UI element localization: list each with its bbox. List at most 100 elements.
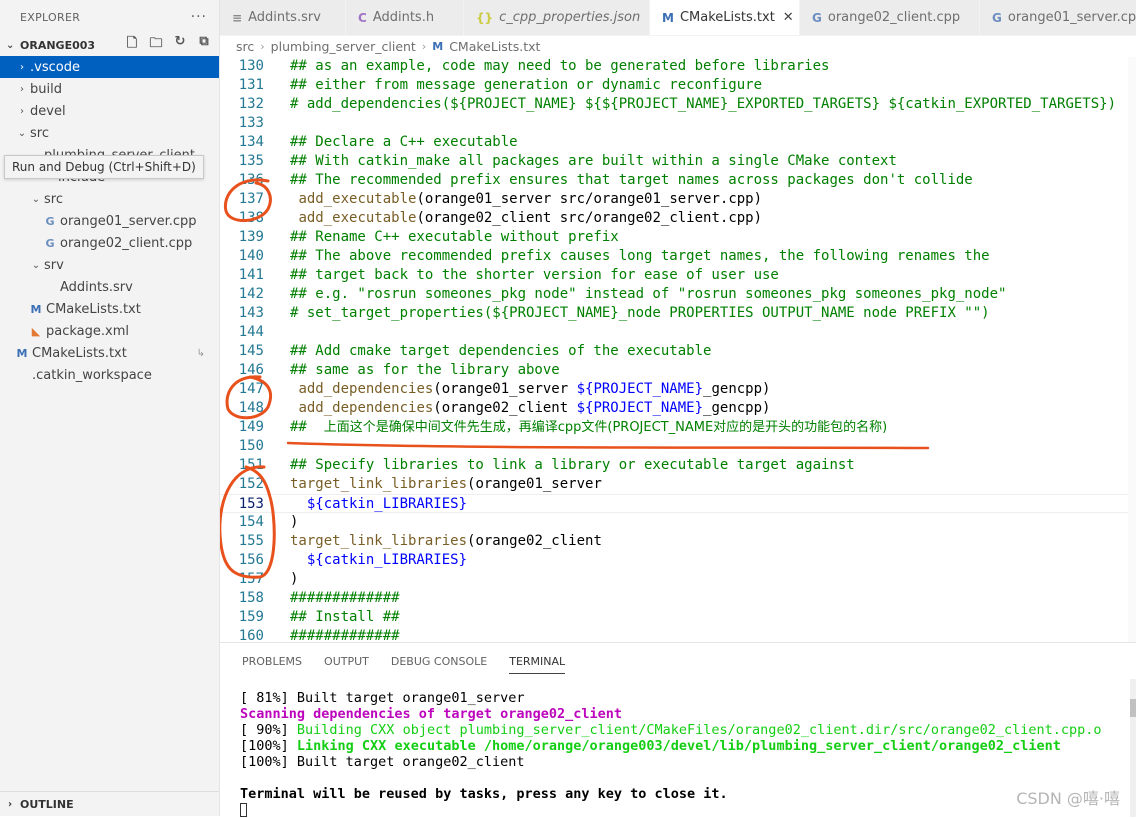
terminal-text: Linking CXX executable /home/orange/oran… <box>296 738 1061 754</box>
editor-scrollbar[interactable] <box>1128 57 1136 642</box>
tree-item[interactable]: Addints.srv <box>0 276 219 298</box>
tree-item-label: CMakeLists.txt <box>32 345 127 361</box>
terminal-scrollbar[interactable] <box>1130 679 1136 817</box>
code-editor[interactable]: 130 ## as an example, code may need to be… <box>220 57 1136 642</box>
tab-output[interactable]: OUTPUT <box>324 647 369 676</box>
code-line[interactable]: 132 # add_dependencies(${PROJECT_NAME} ${… <box>220 95 1136 114</box>
collapse-all-icon[interactable]: ⧉ <box>195 34 213 56</box>
tree-item[interactable]: Gorange02_client.cpp <box>0 232 219 254</box>
breadcrumb-file[interactable]: CMakeLists.txt <box>449 39 540 54</box>
tab-label: c_cpp_properties.json <box>499 10 641 25</box>
terminal-output[interactable]: [ 81%] Built target orange01_server Scann… <box>240 690 1130 818</box>
breadcrumb-item[interactable]: plumbing_server_client <box>271 39 416 54</box>
code-line[interactable]: 133 <box>220 114 1136 133</box>
terminal-cursor[interactable] <box>240 803 247 817</box>
tree-item[interactable]: M CMakeLists.txt ↳ <box>0 342 219 364</box>
code-content: ) <box>290 570 298 589</box>
tree-item[interactable]: Gorange01_server.cpp <box>0 210 219 232</box>
terminal-line: [ 90%] Building CXX object plumbing_serv… <box>240 722 1130 738</box>
code-content: add_dependencies(orange02_client ${PROJE… <box>290 399 770 418</box>
scrollbar-thumb[interactable] <box>1130 699 1136 717</box>
code-line[interactable]: 139 ## Rename C++ executable without pref… <box>220 228 1136 247</box>
code-comment: ## same as for the library above <box>290 362 560 378</box>
chevron-down-icon: ⌄ <box>6 39 15 51</box>
line-number: 148 <box>238 400 264 416</box>
close-icon[interactable]: ✕ <box>783 10 794 25</box>
code-line[interactable]: 149 ## 上面这个是确保中间文件先生成，再编译cpp文件(PROJECT_NA… <box>220 418 1136 437</box>
code-content: ## as an example, code may need to be ge… <box>290 57 829 76</box>
line-number: 139 <box>238 229 264 245</box>
tree-item[interactable]: ⌄ src <box>0 122 219 144</box>
code-content: ## Install ## <box>290 608 400 627</box>
code-line[interactable]: 143 # set_target_properties(${PROJECT_NAM… <box>220 304 1136 323</box>
code-line[interactable]: 151 ## Specify libraries to link a librar… <box>220 456 1136 475</box>
tab-cmakelists-txt[interactable]: M CMakeLists.txt ✕ <box>650 0 800 35</box>
chevron-right-icon: › <box>260 39 265 53</box>
code-content: # set_target_properties(${PROJECT_NAME}_… <box>290 304 990 323</box>
refresh-icon[interactable]: ↻ <box>171 34 189 56</box>
code-content: ${catkin_LIBRARIES} <box>290 551 467 570</box>
tree-item[interactable]: › .vscode <box>0 56 219 78</box>
code-line[interactable]: 154) <box>220 513 1136 532</box>
terminal-text: Building CXX object plumbing_server_clie… <box>296 722 1102 738</box>
code-line[interactable]: 156 ${catkin_LIBRARIES} <box>220 551 1136 570</box>
code-line[interactable]: 145 ## Add cmake target dependencies of t… <box>220 342 1136 361</box>
more-actions-icon[interactable]: ··· <box>191 9 207 25</box>
code-line[interactable]: 137 add_executable(orange01_server src/o… <box>220 190 1136 209</box>
code-line[interactable]: 138 add_executable(orange02_client src/o… <box>220 209 1136 228</box>
breadcrumb-item[interactable]: src <box>236 39 254 54</box>
cpp-file-icon: G <box>45 236 55 250</box>
tab-orange02-client-cpp[interactable]: Gorange02_client.cpp <box>800 0 980 35</box>
project-header[interactable]: ⌄ ORANGE003 🗋 🗀 ↻ ⧉ <box>0 34 219 56</box>
tab-debug-console[interactable]: DEBUG CONSOLE <box>391 647 487 676</box>
new-folder-icon[interactable]: 🗀 <box>147 34 165 56</box>
code-line[interactable]: 157) <box>220 570 1136 589</box>
line-number: 159 <box>238 609 264 625</box>
tab-orange01-server-cpp[interactable]: Gorange01_server.cpp <box>980 0 1136 35</box>
line-number: 145 <box>238 343 264 359</box>
code-line[interactable]: 153 ${catkin_LIBRARIES} <box>220 494 1136 513</box>
tree-item[interactable]: ⌄ src <box>0 188 219 210</box>
tree-item[interactable]: ◣ package.xml <box>0 320 219 342</box>
tab-c-cpp-properties-json[interactable]: {} c_cpp_properties.json <box>464 0 650 35</box>
tab-problems[interactable]: PROBLEMS <box>242 647 302 676</box>
tab-addints-h[interactable]: C Addints.h <box>346 0 464 35</box>
tree-item[interactable]: ⌄ srv <box>0 254 219 276</box>
code-text: _gencpp) <box>703 381 771 397</box>
new-file-icon[interactable]: 🗋 <box>123 34 141 56</box>
line-number: 152 <box>238 476 264 492</box>
code-line[interactable]: 136 ## The recommended prefix ensures tha… <box>220 171 1136 190</box>
tab-addints-srv[interactable]: ≡ Addints.srv <box>220 0 346 35</box>
terminal-text: Scanning dependencies of target orange02… <box>240 706 623 722</box>
code-line[interactable]: 148 add_dependencies(orange02_client ${P… <box>220 399 1136 418</box>
tree-item[interactable]: M CMakeLists.txt <box>0 298 219 320</box>
code-text: (orange01_server src/orange01_server.cpp… <box>416 191 763 207</box>
line-number: 160 <box>238 628 264 642</box>
code-line[interactable]: 135 ## With catkin_make all packages are … <box>220 152 1136 171</box>
code-line[interactable]: 140 ## The above recommended prefix cause… <box>220 247 1136 266</box>
code-line[interactable]: 144 <box>220 323 1136 342</box>
code-line[interactable]: 146 ## same as for the library above <box>220 361 1136 380</box>
outline-section-header[interactable]: › OUTLINE <box>0 791 219 816</box>
code-line[interactable]: 155 target_link_libraries(orange02_client <box>220 532 1136 551</box>
code-line[interactable]: 130 ## as an example, code may need to be… <box>220 57 1136 76</box>
tab-terminal[interactable]: TERMINAL <box>509 647 565 676</box>
tree-item[interactable]: .catkin_workspace <box>0 364 219 386</box>
tree-item[interactable]: › devel <box>0 100 219 122</box>
code-line[interactable]: 134 ## Declare a C++ executable <box>220 133 1136 152</box>
code-content: ## Specify libraries to link a library o… <box>290 456 855 475</box>
code-line[interactable]: 159 ## Install ## <box>220 608 1136 627</box>
code-line[interactable]: 152 target_link_libraries(orange01_server <box>220 475 1136 494</box>
code-line[interactable]: 131 ## either from message generation or … <box>220 76 1136 95</box>
code-line[interactable]: 147 add_dependencies(orange01_server ${P… <box>220 380 1136 399</box>
code-line[interactable]: 150 <box>220 437 1136 456</box>
code-text: (orange01_server <box>433 381 577 397</box>
code-line[interactable]: 141 ## target back to the shorter version… <box>220 266 1136 285</box>
tree-item[interactable]: › build <box>0 78 219 100</box>
code-line[interactable]: 160 ############# <box>220 627 1136 642</box>
code-line[interactable]: 158 ############# <box>220 589 1136 608</box>
code-line[interactable]: 142 ## e.g. "rosrun someones_pkg node" in… <box>220 285 1136 304</box>
tree-item-label: srv <box>44 257 64 273</box>
code-content: ############# <box>290 589 400 608</box>
